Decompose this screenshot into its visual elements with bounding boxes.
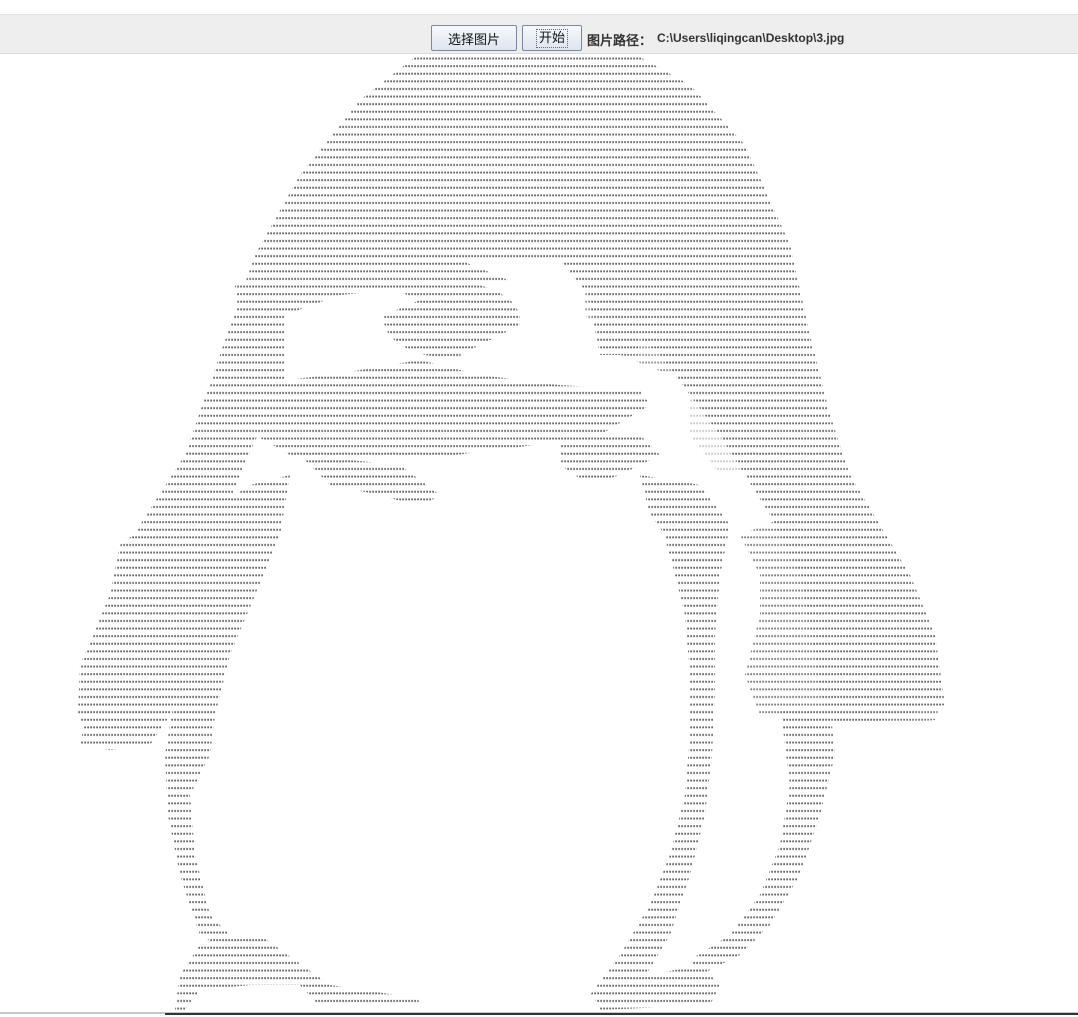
select-image-button[interactable]: 选择图片 [431,25,517,51]
toolbar: 选择图片 开始 图片路径： C:\Users\liqingcan\Desktop… [0,14,1078,54]
ascii-penguin-art [0,55,1078,1012]
image-path-value: C:\Users\liqingcan\Desktop\3.jpg [657,31,845,45]
ascii-art-canvas [0,55,1078,1012]
image-path-label: 图片路径： [587,34,653,49]
app-window: 选择图片 开始 图片路径： C:\Users\liqingcan\Desktop… [0,0,1078,1017]
start-button-label: 开始 [535,28,568,48]
scroll-edge [165,1013,1078,1015]
start-button[interactable]: 开始 [522,25,582,51]
ascii-glyph-field [0,55,1078,1012]
